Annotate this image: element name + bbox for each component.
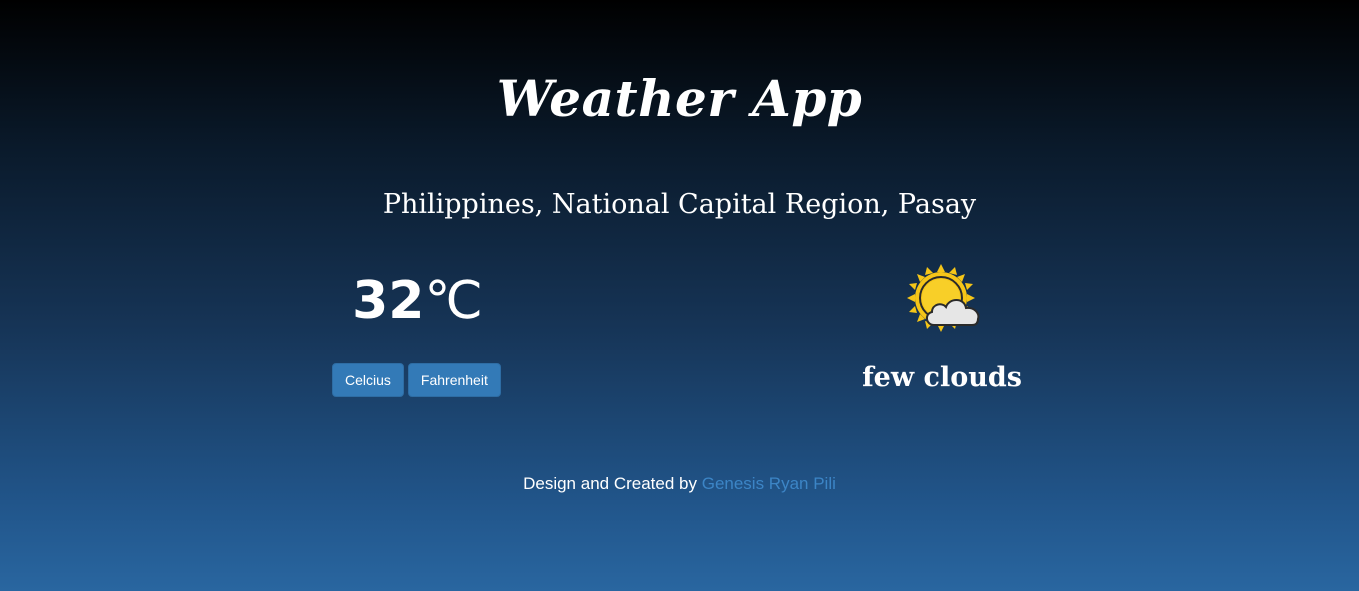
- unit-toggle-group: Celcius Fahrenheit: [332, 363, 501, 397]
- temperature-display: 32℃: [330, 268, 505, 334]
- author-link[interactable]: Genesis Ryan Pili: [702, 474, 836, 493]
- fahrenheit-button[interactable]: Fahrenheit: [407, 363, 501, 397]
- temperature-readout: 32℃: [330, 268, 505, 334]
- footer-credit-text: Design and Created by: [523, 474, 697, 493]
- footer: Design and Created by Genesis Ryan Pili: [0, 472, 1359, 496]
- weather-description: few clouds: [862, 362, 1022, 393]
- app-title: Weather App: [496, 69, 863, 128]
- location-label: Philippines, National Capital Region, Pa…: [382, 189, 977, 220]
- temperature-unit: ℃: [424, 271, 483, 331]
- celsius-button[interactable]: Celcius: [332, 363, 404, 397]
- temperature-value: 32: [352, 271, 425, 331]
- sun-behind-cloud-icon: [904, 262, 986, 336]
